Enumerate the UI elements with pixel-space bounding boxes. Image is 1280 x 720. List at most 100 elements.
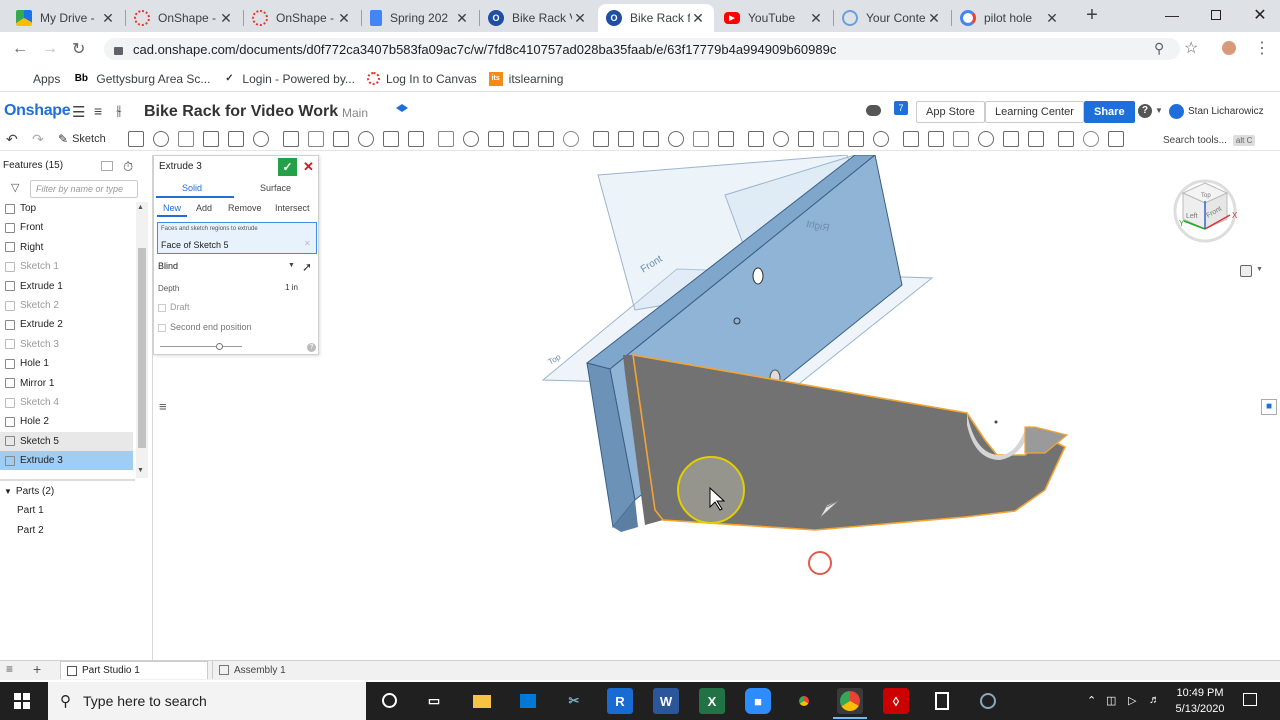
view-options-icon[interactable] [1240,265,1252,277]
recorder-icon[interactable] [975,688,1001,714]
browser-tab[interactable]: OnShape - ✕ [126,4,242,32]
snip-tool-icon[interactable]: ✂ [561,688,587,714]
unfold-icon[interactable] [978,131,994,147]
revolve-tool-icon[interactable] [178,131,194,147]
cancel-button[interactable]: ✕ [303,159,314,175]
zoom-app-icon[interactable]: ■ [745,688,771,714]
shell-tool-icon[interactable] [383,131,399,147]
measure-icon[interactable] [1058,131,1074,147]
feature-list-toggle-icon[interactable]: ≡ [159,399,167,414]
close-tab-icon[interactable]: ✕ [454,10,470,27]
minimize-button[interactable]: — [1150,0,1194,30]
section-icon[interactable] [1083,131,1099,147]
custom-feature-icon[interactable] [1108,131,1124,147]
tools-icon[interactable]: ⫳ [116,102,122,119]
windows-start-icon[interactable] [14,693,30,709]
feature-item[interactable]: Sketch 1 [0,257,133,276]
split-tool-icon[interactable] [538,131,554,147]
excel-icon[interactable]: X [699,688,725,714]
part-item[interactable]: Part 1 [17,505,44,516]
close-window-button[interactable]: ✕ [1238,0,1280,30]
parts-header[interactable]: ▼ Parts (2) [4,486,54,497]
acrobat-icon[interactable]: ◊ [883,688,909,714]
depth-input[interactable]: 1 in [264,283,298,292]
view-cube[interactable]: Top Left Front X Y [1173,179,1237,249]
close-tab-icon[interactable]: ✕ [100,10,116,27]
tray-wifi-icon[interactable]: ▷ [1128,694,1136,707]
feature-item[interactable]: Sketch 4 [0,393,133,412]
second-end-checkbox[interactable] [158,324,166,332]
comment-icon[interactable] [866,105,881,116]
intersect-op-tab[interactable]: Intersect [275,203,310,213]
circular-pattern-icon[interactable] [463,131,479,147]
close-tab-icon[interactable]: ✕ [1044,10,1060,27]
feature-item[interactable]: Mirror 1 [0,374,133,393]
add-feature-folder-icon[interactable] [101,161,113,171]
transform-tool-icon[interactable] [563,131,579,147]
file-explorer-icon[interactable] [469,688,495,714]
onshape-logo[interactable]: Onshape [4,102,71,120]
tray-clock[interactable]: 10:49 PM 5/13/2020 [1168,685,1232,717]
document-title[interactable]: Bike Rack for Video Work [144,103,338,121]
word-icon[interactable]: W [653,688,679,714]
draft-checkbox[interactable] [158,304,166,312]
bookmark-canvas[interactable]: Log In to Canvas [366,72,477,86]
mirror-tool-icon[interactable] [488,131,504,147]
accept-button[interactable]: ✓ [278,158,297,176]
mount-hole-upper[interactable] [752,267,764,285]
add-op-tab[interactable]: Add [196,203,212,213]
app-store-button[interactable]: App Store [916,101,985,123]
fit-spline-icon[interactable] [748,131,764,147]
close-tab-icon[interactable]: ✕ [808,10,824,27]
url-field[interactable]: cad.onshape.com/documents/d0f772ca3407b5… [104,38,1180,60]
clear-selection-icon[interactable]: ✕ [304,239,311,248]
feature-item[interactable]: Front [0,218,133,237]
bookmark-star-icon[interactable]: ☆ [1184,38,1198,58]
solid-tab[interactable]: Solid [182,183,202,193]
browser-tab[interactable]: My Drive - ✕ [8,4,124,32]
delete-part-icon[interactable] [593,131,609,147]
feature-item[interactable]: Sketch 5 [0,431,133,451]
rib-tool-icon[interactable] [358,131,374,147]
variable-icon[interactable] [823,131,839,147]
rollback-timer-icon[interactable]: ⏱ [123,159,133,175]
browser-tab[interactable]: O Bike Rack V ✕ [480,4,596,32]
graphics-viewport[interactable]: Front Top Right Top Left Front X Y ▼ ■ [155,155,1280,660]
hamburger-menu-icon[interactable]: ☰ [72,103,85,121]
view-options-dropdown-icon[interactable]: ▼ [1256,266,1263,273]
surface-tab[interactable]: Surface [260,183,291,193]
scrollbar-thumb[interactable] [138,248,146,448]
chrome-icon[interactable] [791,688,817,714]
zoom-icon[interactable]: ⚲ [1154,40,1164,57]
part-item[interactable]: Part 2 [17,525,44,536]
finish-icon[interactable] [1003,131,1019,147]
offset-surface-icon[interactable] [693,131,709,147]
branch-label[interactable]: Main [342,106,368,120]
feature-list-scrollbar[interactable]: ▲ ▼ [136,202,148,478]
back-icon[interactable]: ← [12,40,28,58]
taskbar-search-box[interactable]: ⚲ Type here to search [48,682,366,720]
corner-icon[interactable] [928,131,944,147]
linear-pattern-icon[interactable] [438,131,454,147]
move-face-icon[interactable] [643,131,659,147]
user-menu[interactable]: Stan Licharowicz [1188,106,1264,117]
sheet-metal-icon[interactable] [848,131,864,147]
replace-face-icon[interactable] [668,131,684,147]
browser-tab[interactable]: Your Conte ✕ [834,4,950,32]
learning-center-button[interactable]: Learning Center [985,101,1084,123]
tab-part-studio[interactable]: Part Studio 1 [60,661,208,679]
close-tab-icon[interactable]: ✕ [218,10,234,27]
feature-filter-input[interactable]: Filter by name or type [30,180,138,198]
bookmark-gettysburg[interactable]: Bb Gettysburg Area Sc... [72,72,211,86]
sweep-tool-icon[interactable] [203,131,219,147]
feature-item[interactable]: Extrude 2 [0,315,133,334]
feature-item[interactable]: Extrude 1 [0,277,133,296]
flip-direction-icon[interactable]: ➚ [302,260,312,274]
browser-tab[interactable]: pilot hole ✕ [952,4,1068,32]
tray-chevron-icon[interactable]: ⌃ [1087,694,1096,707]
flange-icon[interactable] [873,131,889,147]
scroll-down-icon[interactable]: ▼ [137,467,144,474]
browser-tab[interactable]: Spring 202 ✕ [362,4,478,32]
feature-list-icon[interactable]: ≡ [94,103,102,119]
tab-assembly[interactable]: Assembly 1 [212,661,352,679]
